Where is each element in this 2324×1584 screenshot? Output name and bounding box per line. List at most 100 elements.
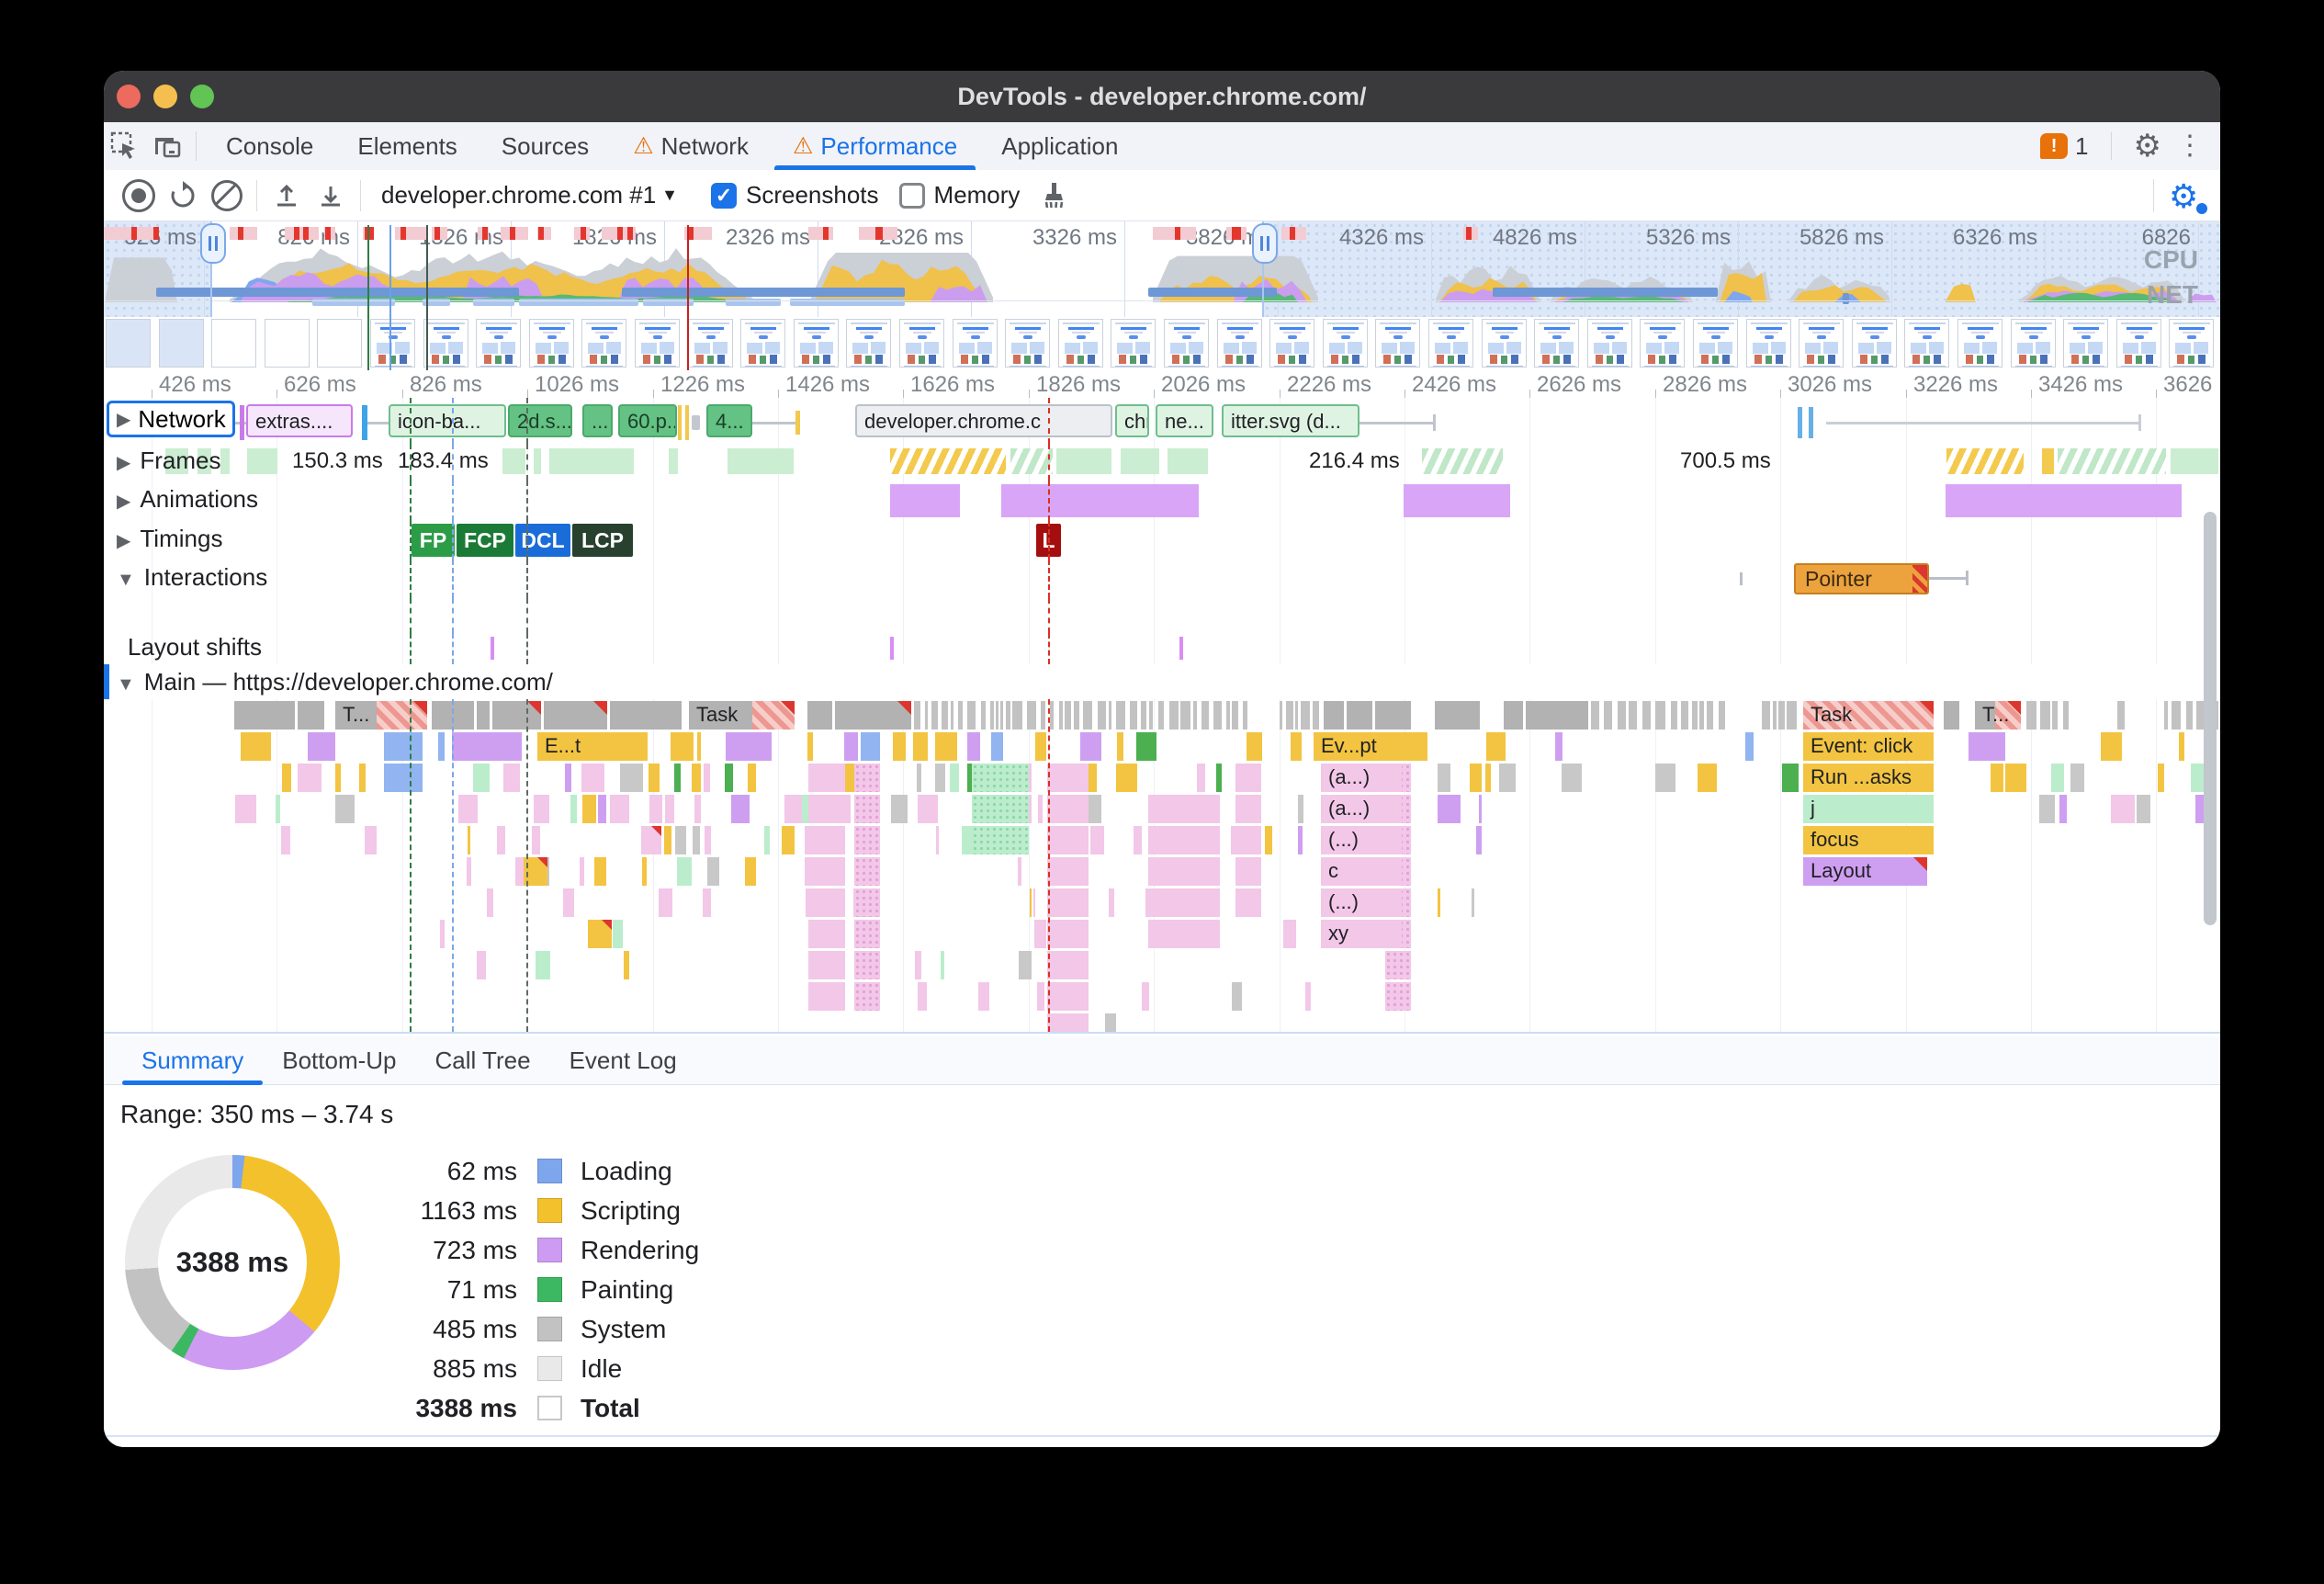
selection-right-handle[interactable]: [1252, 223, 1278, 264]
layout-shift-tick[interactable]: [890, 637, 894, 660]
main-thread-track-header[interactable]: ▼ Main — https://developer.chrome.com/: [104, 664, 2220, 719]
screenshot-thumbnail[interactable]: [952, 319, 998, 368]
screenshot-thumbnail[interactable]: [1586, 319, 1632, 368]
flame-event[interactable]: Event: click: [1803, 732, 1934, 761]
collect-garbage-icon[interactable]: [1032, 174, 1077, 218]
frame-block[interactable]: [247, 448, 277, 474]
kebab-menu-icon[interactable]: ⋮: [2176, 132, 2204, 160]
network-request[interactable]: 2d.s...: [508, 404, 572, 437]
network-request[interactable]: developer.chrome.c: [855, 404, 1112, 437]
track-label-interactions[interactable]: ▼ Interactions: [117, 563, 267, 592]
animation-bar[interactable]: [890, 484, 960, 517]
screenshot-thumbnail[interactable]: [2063, 319, 2109, 368]
track-lshift[interactable]: Layout shifts: [104, 633, 2220, 665]
screenshot-thumbnail[interactable]: [635, 319, 680, 368]
flame-task[interactable]: Task: [1803, 701, 1934, 730]
screenshot-filmstrip[interactable]: [104, 317, 2220, 371]
frame-block[interactable]: [669, 448, 678, 474]
partial-frame-block[interactable]: [890, 448, 1006, 474]
tab-application[interactable]: Application: [979, 122, 1140, 170]
track-inter[interactable]: ▼ Interactions Pointer: [104, 560, 2220, 599]
screenshot-thumbnail[interactable]: [2169, 319, 2215, 368]
screenshot-thumbnail[interactable]: [1640, 319, 1686, 368]
details-tab-event-log[interactable]: Event Log: [550, 1036, 696, 1084]
tab-console[interactable]: Console: [204, 122, 335, 170]
screenshot-thumbnail[interactable]: [1269, 319, 1315, 368]
frame-block[interactable]: [220, 448, 230, 474]
screenshot-thumbnail[interactable]: [211, 319, 257, 368]
timing-marker-dcl[interactable]: DCL: [515, 524, 570, 557]
partial-frame-block[interactable]: [1010, 448, 1053, 474]
reload-and-record-button[interactable]: [161, 174, 205, 218]
animation-bar[interactable]: [1404, 484, 1510, 517]
screenshot-thumbnail[interactable]: [1904, 319, 1950, 368]
screenshot-thumbnail[interactable]: [2010, 319, 2056, 368]
record-button[interactable]: [117, 174, 161, 218]
layout-shift-tick[interactable]: [1179, 637, 1183, 660]
frame-block[interactable]: [2171, 448, 2218, 474]
network-request[interactable]: extras....: [246, 404, 353, 437]
network-request[interactable]: ...: [582, 404, 613, 437]
flame-event[interactable]: Layout: [1803, 857, 1927, 886]
screenshot-thumbnail[interactable]: [264, 319, 310, 368]
capture-settings-gear-icon[interactable]: ⚙: [2169, 177, 2207, 215]
flame-event[interactable]: Run ...asks: [1803, 764, 1934, 792]
screenshot-thumbnail[interactable]: [1428, 319, 1473, 368]
screenshot-thumbnail[interactable]: [899, 319, 944, 368]
screenshot-thumbnail[interactable]: [476, 319, 522, 368]
flame-event[interactable]: j: [1803, 795, 1934, 823]
screenshot-thumbnail[interactable]: [1164, 319, 1209, 368]
flame-task[interactable]: T...: [1975, 701, 2021, 730]
flame-event[interactable]: (a...): [1321, 795, 1402, 823]
vertical-scrollbar[interactable]: [2204, 512, 2217, 925]
flame-event[interactable]: c: [1321, 857, 1402, 886]
frame-block[interactable]: [2042, 448, 2054, 474]
screenshot-thumbnail[interactable]: [158, 319, 204, 368]
error-counter[interactable]: ! 1: [2040, 132, 2089, 161]
screenshot-thumbnail[interactable]: [687, 319, 733, 368]
track-label-network[interactable]: ▶ Network: [107, 401, 235, 437]
track-label-layout_shifts[interactable]: Layout shifts: [128, 633, 262, 662]
save-profile-icon[interactable]: [309, 174, 353, 218]
screenshot-thumbnail[interactable]: [1111, 319, 1156, 368]
timing-marker-fp[interactable]: FP: [412, 524, 455, 557]
screenshot-thumbnail[interactable]: [581, 319, 627, 368]
screenshot-thumbnail[interactable]: [528, 319, 574, 368]
flame-task[interactable]: Task: [689, 701, 795, 730]
animation-bar[interactable]: [1946, 484, 2182, 517]
track-anims[interactable]: ▶ Animations: [104, 481, 2220, 522]
details-tab-summary[interactable]: Summary: [122, 1036, 264, 1085]
frame-block[interactable]: [1056, 448, 1111, 474]
track-label-animations[interactable]: ▶ Animations: [117, 485, 258, 514]
network-request[interactable]: chr: [1115, 404, 1149, 437]
network-request[interactable]: 60.p..: [618, 404, 677, 437]
screenshot-thumbnail[interactable]: [1216, 319, 1262, 368]
flame-event[interactable]: focus: [1803, 826, 1934, 854]
screenshot-thumbnail[interactable]: [1322, 319, 1368, 368]
load-profile-icon[interactable]: [265, 174, 309, 218]
partial-frame-block[interactable]: [1946, 448, 2024, 474]
screenshot-thumbnail[interactable]: [370, 319, 415, 368]
interaction-pointer[interactable]: Pointer: [1794, 563, 1929, 594]
screenshot-thumbnail[interactable]: [846, 319, 892, 368]
screenshot-thumbnail[interactable]: [1957, 319, 2002, 368]
track-frames[interactable]: ▶ Frames 150.3 ms 183.4 ms 216.4 ms 700.5 ms: [104, 444, 2220, 481]
screenshot-thumbnail[interactable]: [740, 319, 786, 368]
frame-block[interactable]: [1121, 448, 1159, 474]
layout-shift-tick[interactable]: [491, 637, 494, 660]
track-network[interactable]: extras.... icon-ba... 2d.s...... 60.p.. 4...…: [104, 398, 2220, 445]
network-request[interactable]: 4...: [706, 404, 752, 437]
timing-marker-fcp[interactable]: FCP: [457, 524, 513, 557]
animation-bar[interactable]: [1001, 484, 1199, 517]
memory-checkbox[interactable]: Memory: [898, 181, 1020, 209]
frame-block[interactable]: [549, 448, 634, 474]
frame-block[interactable]: [728, 448, 794, 474]
profile-select[interactable]: developer.chrome.com #1 ▼: [381, 181, 678, 209]
inspect-element-icon[interactable]: [104, 122, 146, 170]
flame-event[interactable]: (...): [1321, 826, 1402, 854]
device-toolbar-icon[interactable]: [146, 122, 188, 170]
main-thread-flame-chart[interactable]: T... Task Task T... E...t Ev...pt Event: click…: [104, 699, 2220, 1032]
screenshot-thumbnail[interactable]: [1693, 319, 1738, 368]
screenshot-thumbnail[interactable]: [317, 319, 363, 368]
frame-block[interactable]: [502, 448, 525, 474]
